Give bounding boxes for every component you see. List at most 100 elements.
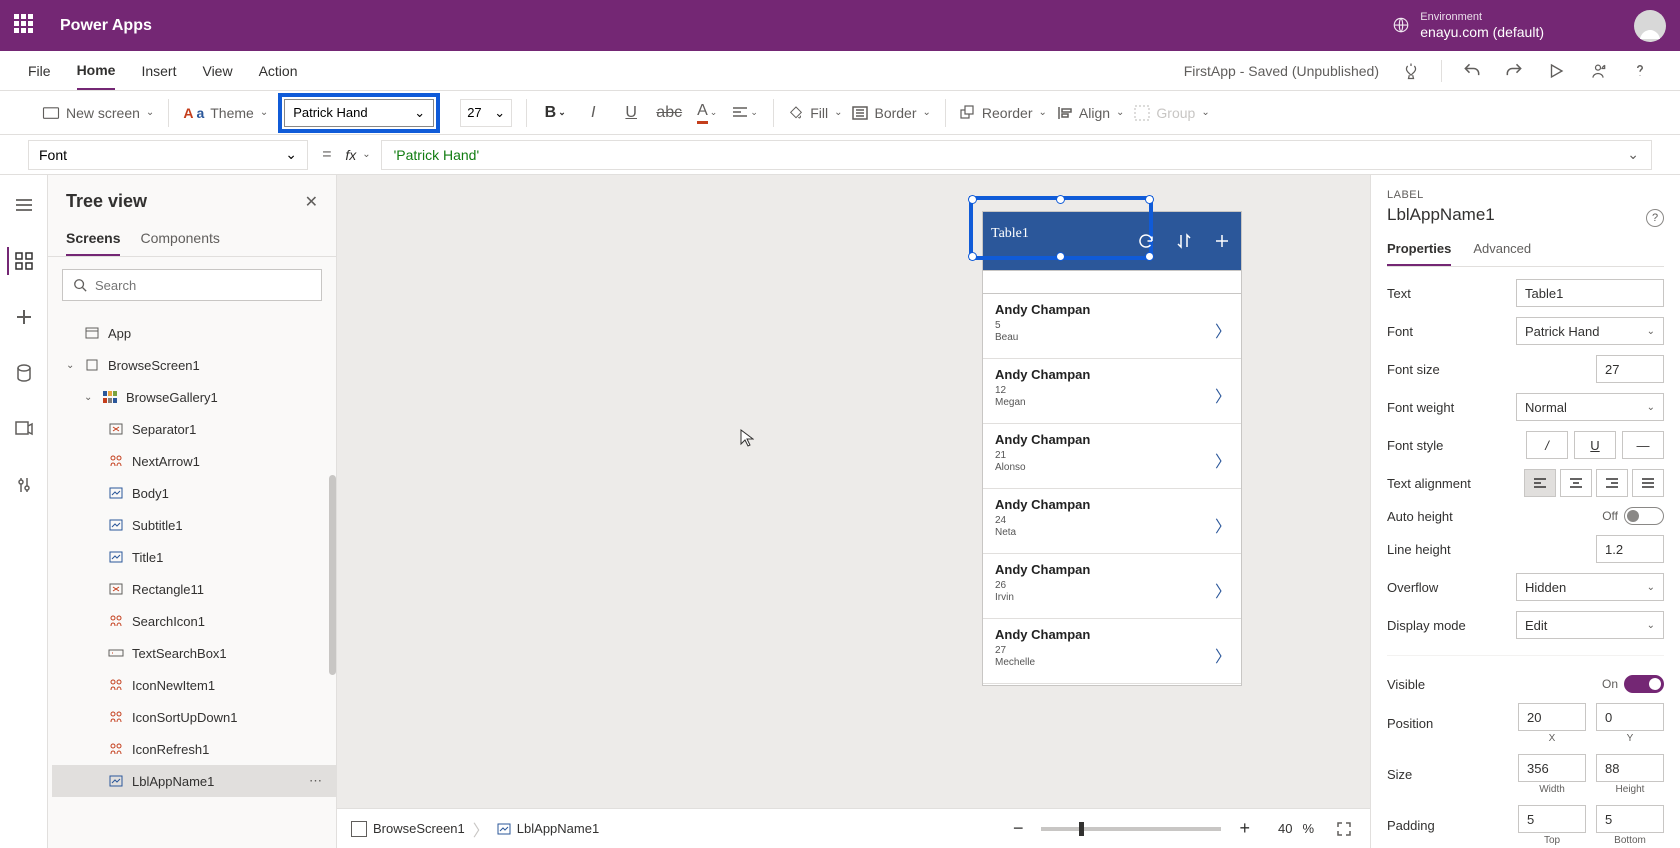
- fill-button[interactable]: Fill ⌄: [788, 105, 842, 121]
- menu-insert[interactable]: Insert: [141, 53, 176, 89]
- tree-node-subtitle[interactable]: Subtitle1: [52, 509, 336, 541]
- align-button[interactable]: Align ⌄: [1057, 105, 1125, 121]
- undo-button[interactable]: [1460, 59, 1484, 83]
- help-button[interactable]: [1628, 59, 1652, 83]
- align-right-button[interactable]: [1596, 469, 1628, 497]
- data-icon[interactable]: [10, 359, 38, 387]
- waffle-icon[interactable]: [14, 14, 38, 38]
- underline-button[interactable]: U: [617, 99, 645, 127]
- menu-view[interactable]: View: [202, 53, 232, 89]
- tree-node-rectangle[interactable]: Rectangle11: [52, 573, 336, 605]
- prop-text-input[interactable]: Table1: [1516, 279, 1664, 307]
- app-checker-icon[interactable]: [1399, 59, 1423, 83]
- user-avatar[interactable]: [1634, 10, 1666, 42]
- prop-padbottom-input[interactable]: 5: [1596, 805, 1664, 833]
- help-icon[interactable]: ?: [1646, 209, 1664, 227]
- text-align-button[interactable]: ⌄: [731, 99, 759, 127]
- preview-title-label[interactable]: Table1: [991, 226, 1029, 242]
- prop-width-input[interactable]: 356: [1518, 754, 1586, 782]
- prop-displaymode-dropdown[interactable]: Edit⌄: [1516, 611, 1664, 639]
- tree-node-browsescreen[interactable]: ⌄BrowseScreen1: [52, 349, 336, 381]
- formula-input[interactable]: 'Patrick Hand' ⌄: [381, 140, 1652, 170]
- zoom-in-button[interactable]: +: [1239, 818, 1250, 839]
- tree-node-nextarrow[interactable]: NextArrow1: [52, 445, 336, 477]
- font-color-button[interactable]: A⌄: [693, 99, 721, 127]
- add-icon[interactable]: [1205, 224, 1239, 258]
- chevron-right-icon[interactable]: 〉: [1215, 448, 1231, 472]
- tree-view-icon[interactable]: [7, 247, 35, 275]
- list-item[interactable]: Andy Champan26Irvin〉: [983, 554, 1241, 619]
- prop-fontweight-dropdown[interactable]: Normal⌄: [1516, 393, 1664, 421]
- close-panel-button[interactable]: ✕: [305, 192, 318, 212]
- media-icon[interactable]: [10, 415, 38, 443]
- fit-to-window-button[interactable]: [1332, 817, 1356, 841]
- phone-preview[interactable]: Table1 Andy C: [982, 211, 1242, 686]
- tab-components[interactable]: Components: [140, 222, 219, 256]
- breadcrumb-control[interactable]: LblAppName1: [497, 821, 599, 836]
- prop-lineheight-input[interactable]: 1.2: [1596, 535, 1664, 563]
- autoheight-toggle[interactable]: [1624, 507, 1664, 525]
- list-item[interactable]: Andy Champan5Beau〉: [983, 294, 1241, 359]
- prop-x-input[interactable]: 20: [1518, 703, 1586, 731]
- tree-node-app[interactable]: App: [52, 317, 336, 349]
- tree-node-refresh[interactable]: IconRefresh1: [52, 733, 336, 765]
- play-button[interactable]: [1544, 59, 1568, 83]
- prop-overflow-dropdown[interactable]: Hidden⌄: [1516, 573, 1664, 601]
- font-size-dropdown[interactable]: 27 ⌄: [460, 99, 512, 127]
- list-item[interactable]: Andy Champan24Neta〉: [983, 489, 1241, 554]
- tree-search[interactable]: [62, 269, 322, 301]
- tree-node-more-icon[interactable]: ⋯: [309, 773, 324, 789]
- menu-file[interactable]: File: [28, 53, 51, 89]
- tree-node-separator[interactable]: Separator1: [52, 413, 336, 445]
- prop-y-input[interactable]: 0: [1596, 703, 1664, 731]
- chevron-right-icon[interactable]: 〉: [1215, 578, 1231, 602]
- share-button[interactable]: [1586, 59, 1610, 83]
- underline-toggle[interactable]: U: [1574, 431, 1616, 459]
- align-justify-button[interactable]: [1632, 469, 1664, 497]
- tree-node-sort[interactable]: IconSortUpDown1: [52, 701, 336, 733]
- tree-node-textsearch[interactable]: TextSearchBox1: [52, 637, 336, 669]
- tree-node-lblappname[interactable]: LblAppName1⋯: [52, 765, 336, 797]
- menu-home[interactable]: Home: [77, 52, 116, 90]
- hamburger-icon[interactable]: [10, 191, 38, 219]
- prop-fontsize-input[interactable]: 27: [1596, 355, 1664, 383]
- redo-button[interactable]: [1502, 59, 1526, 83]
- property-dropdown[interactable]: Font ⌄: [28, 140, 308, 170]
- prop-padtop-input[interactable]: 5: [1518, 805, 1586, 833]
- tree-scrollbar[interactable]: [329, 475, 336, 675]
- zoom-out-button[interactable]: −: [1013, 818, 1024, 839]
- list-item[interactable]: Andy Champan27Mechelle〉: [983, 619, 1241, 684]
- breadcrumb-screen[interactable]: BrowseScreen1: [351, 821, 465, 837]
- tree-node-gallery[interactable]: ⌄BrowseGallery1: [52, 381, 336, 413]
- border-button[interactable]: Border ⌄: [852, 105, 930, 121]
- refresh-icon[interactable]: [1129, 224, 1163, 258]
- new-screen-button[interactable]: New screen ⌄: [42, 105, 154, 121]
- strikethrough-button[interactable]: abc: [655, 99, 683, 127]
- zoom-slider[interactable]: [1041, 827, 1221, 831]
- tree-node-title[interactable]: Title1: [52, 541, 336, 573]
- list-item[interactable]: Andy Champan21Alonso〉: [983, 424, 1241, 489]
- reorder-button[interactable]: Reorder ⌄: [960, 105, 1047, 121]
- tree-search-input[interactable]: [95, 278, 311, 293]
- tab-properties[interactable]: Properties: [1387, 235, 1451, 266]
- preview-search-box[interactable]: [983, 270, 1241, 294]
- font-dropdown[interactable]: Patrick Hand ⌄: [284, 99, 434, 127]
- tree-node-newitem[interactable]: IconNewItem1: [52, 669, 336, 701]
- chevron-right-icon[interactable]: 〉: [1215, 643, 1231, 667]
- bold-button[interactable]: B⌄: [541, 99, 569, 127]
- theme-button[interactable]: Aa Theme ⌄: [183, 105, 268, 121]
- environment-picker[interactable]: Environment enayu.com (default): [1392, 11, 1544, 40]
- list-item[interactable]: Andy Champan12Megan〉: [983, 359, 1241, 424]
- tab-advanced[interactable]: Advanced: [1473, 235, 1531, 266]
- strikethrough-toggle[interactable]: —: [1622, 431, 1664, 459]
- chevron-right-icon[interactable]: 〉: [1215, 383, 1231, 407]
- italic-toggle[interactable]: /: [1526, 431, 1568, 459]
- tree-node-searchicon[interactable]: SearchIcon1: [52, 605, 336, 637]
- align-left-button[interactable]: [1524, 469, 1556, 497]
- align-center-button[interactable]: [1560, 469, 1592, 497]
- prop-height-input[interactable]: 88: [1596, 754, 1664, 782]
- visible-toggle[interactable]: [1624, 675, 1664, 693]
- tab-screens[interactable]: Screens: [66, 222, 120, 256]
- chevron-right-icon[interactable]: 〉: [1215, 318, 1231, 342]
- advanced-icon[interactable]: [10, 471, 38, 499]
